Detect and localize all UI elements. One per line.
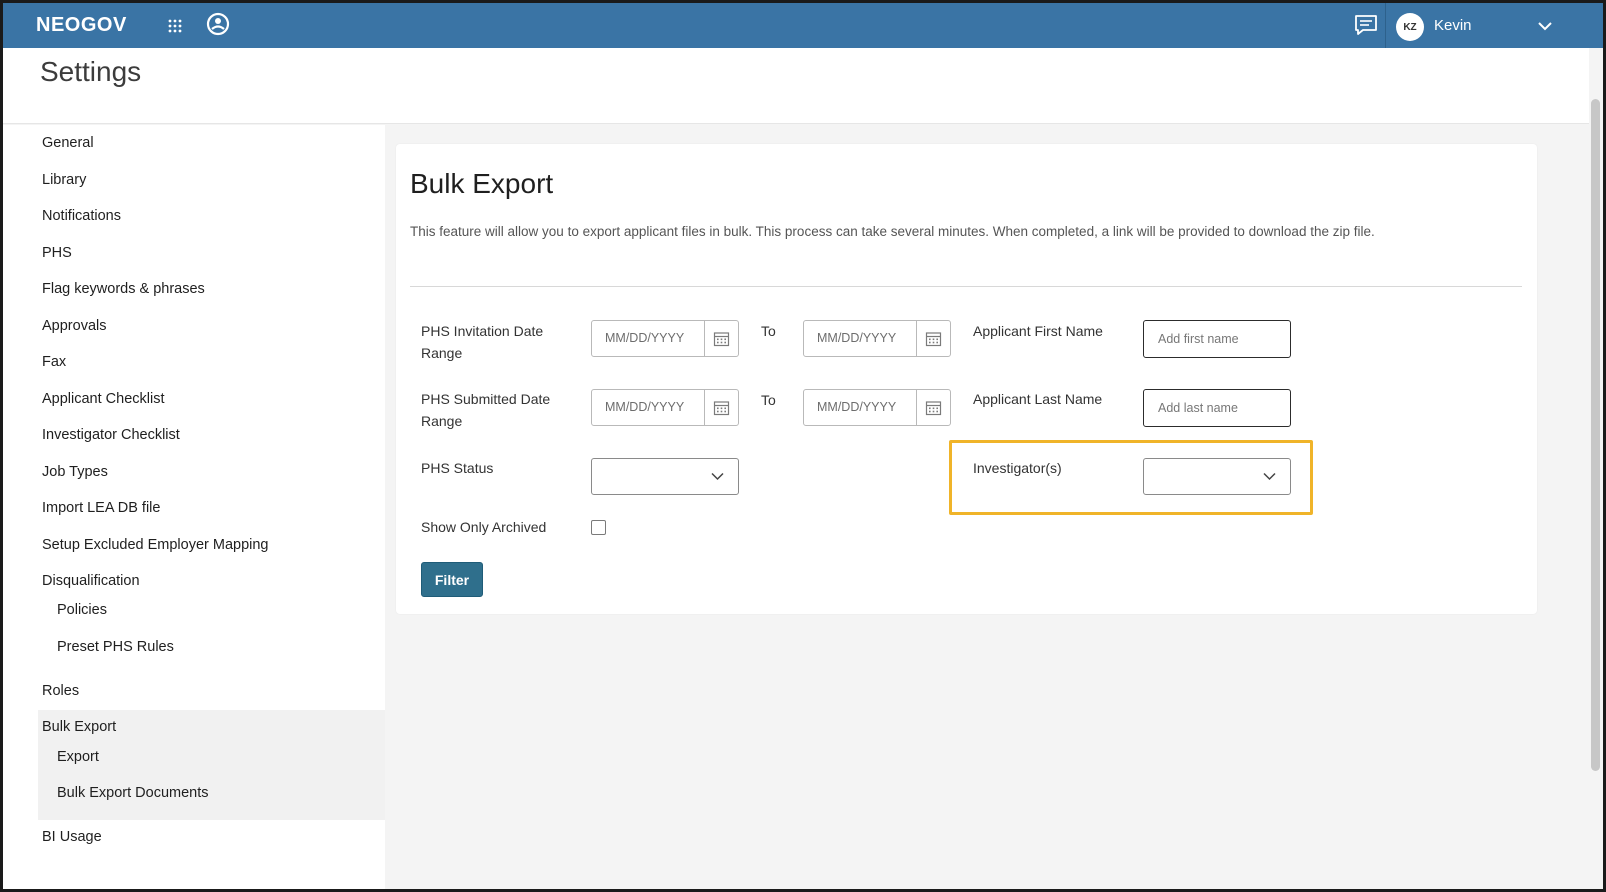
- date-placeholder: MM/DD/YYYY: [817, 400, 897, 414]
- sidebar-item-bulk-export[interactable]: Bulk Export: [42, 719, 116, 735]
- avatar: KZ: [1396, 13, 1424, 41]
- support-icon[interactable]: [205, 11, 231, 37]
- sidebar-item-export[interactable]: Export: [57, 749, 99, 765]
- card-title: Bulk Export: [410, 168, 554, 199]
- chevron-down-icon: [1263, 472, 1276, 481]
- user-menu[interactable]: KZ Kevin: [1385, 3, 1603, 48]
- show-archived-label: Show Only Archived: [421, 519, 547, 535]
- sidebar-item-investigator-checklist[interactable]: Investigator Checklist: [42, 427, 180, 443]
- sidebar-item-fax[interactable]: Fax: [42, 354, 66, 370]
- sidebar-item-job-types[interactable]: Job Types: [42, 464, 108, 480]
- phs-status-select[interactable]: [591, 458, 739, 495]
- calendar-icon[interactable]: [713, 399, 730, 416]
- date-placeholder: MM/DD/YYYY: [817, 331, 897, 345]
- invitation-date-range-label: PHS Invitation Date Range: [421, 323, 544, 361]
- card-description: This feature will allow you to export ap…: [410, 224, 1375, 239]
- chevron-down-icon: [1538, 22, 1552, 31]
- date-placeholder: MM/DD/YYYY: [605, 400, 685, 414]
- sidebar-item-phs[interactable]: PHS: [42, 245, 72, 261]
- sidebar-item-preset-phs-rules[interactable]: Preset PHS Rules: [57, 639, 174, 655]
- chevron-down-icon: [711, 472, 724, 481]
- divider: [410, 286, 1522, 287]
- bulk-export-card: Bulk Export This feature will allow you …: [396, 144, 1537, 614]
- phs-status-label: PHS Status: [421, 460, 494, 476]
- submitted-date-from-input[interactable]: MM/DD/YYYY: [591, 389, 739, 426]
- investigators-select[interactable]: [1143, 458, 1291, 495]
- first-name-input[interactable]: Add first name: [1143, 320, 1291, 358]
- sidebar-item-policies[interactable]: Policies: [57, 602, 107, 618]
- sidebar-item-import-lea-db[interactable]: Import LEA DB file: [42, 500, 160, 516]
- sidebar-item-applicant-checklist[interactable]: Applicant Checklist: [42, 391, 165, 407]
- sidebar-item-bi-usage[interactable]: BI Usage: [42, 829, 102, 845]
- page-title: Settings: [40, 56, 142, 87]
- scrollbar-thumb[interactable]: [1591, 99, 1600, 771]
- to-label: To: [761, 323, 776, 339]
- last-name-label: Applicant Last Name: [973, 391, 1103, 407]
- sidebar-item-flag-keywords[interactable]: Flag keywords & phrases: [42, 281, 205, 297]
- sidebar-item-bulk-export-documents[interactable]: Bulk Export Documents: [57, 785, 209, 801]
- chat-icon[interactable]: [1353, 13, 1379, 37]
- sidebar-item-library[interactable]: Library: [42, 172, 86, 188]
- calendar-icon[interactable]: [925, 399, 942, 416]
- to-label: To: [761, 392, 776, 408]
- top-nav-bar: NEOGOV KZ Kevin: [3, 3, 1603, 48]
- sidebar-item-notifications[interactable]: Notifications: [42, 208, 121, 224]
- calendar-icon[interactable]: [713, 330, 730, 347]
- sidebar-item-disqualification[interactable]: Disqualification: [42, 573, 140, 589]
- sidebar-item-excluded-employer-mapping[interactable]: Setup Excluded Employer Mapping: [42, 537, 269, 553]
- date-placeholder: MM/DD/YYYY: [605, 331, 685, 345]
- submitted-date-range-label: PHS Submitted Date Range: [421, 391, 551, 429]
- submitted-date-to-input[interactable]: MM/DD/YYYY: [803, 389, 951, 426]
- apps-grid-icon[interactable]: [167, 18, 183, 34]
- filter-button[interactable]: Filter: [421, 562, 483, 597]
- page-header: Settings: [3, 48, 1603, 124]
- investigators-label: Investigator(s): [973, 460, 1062, 476]
- settings-sidebar: General Library Notifications PHS Flag k…: [3, 125, 385, 889]
- sidebar-item-roles[interactable]: Roles: [42, 683, 79, 699]
- sidebar-item-approvals[interactable]: Approvals: [42, 318, 106, 334]
- calendar-icon[interactable]: [925, 330, 942, 347]
- last-name-placeholder: Add last name: [1158, 401, 1238, 415]
- first-name-label: Applicant First Name: [973, 323, 1103, 339]
- sidebar-item-general[interactable]: General: [42, 135, 94, 151]
- show-archived-checkbox[interactable]: [591, 520, 606, 535]
- app-window: NEOGOV KZ Kevin Settings General Library…: [3, 3, 1603, 889]
- invitation-date-from-input[interactable]: MM/DD/YYYY: [591, 320, 739, 357]
- brand-logo[interactable]: NEOGOV: [36, 14, 127, 37]
- user-name: Kevin: [1434, 17, 1472, 34]
- last-name-input[interactable]: Add last name: [1143, 389, 1291, 427]
- first-name-placeholder: Add first name: [1158, 332, 1239, 346]
- invitation-date-to-input[interactable]: MM/DD/YYYY: [803, 320, 951, 357]
